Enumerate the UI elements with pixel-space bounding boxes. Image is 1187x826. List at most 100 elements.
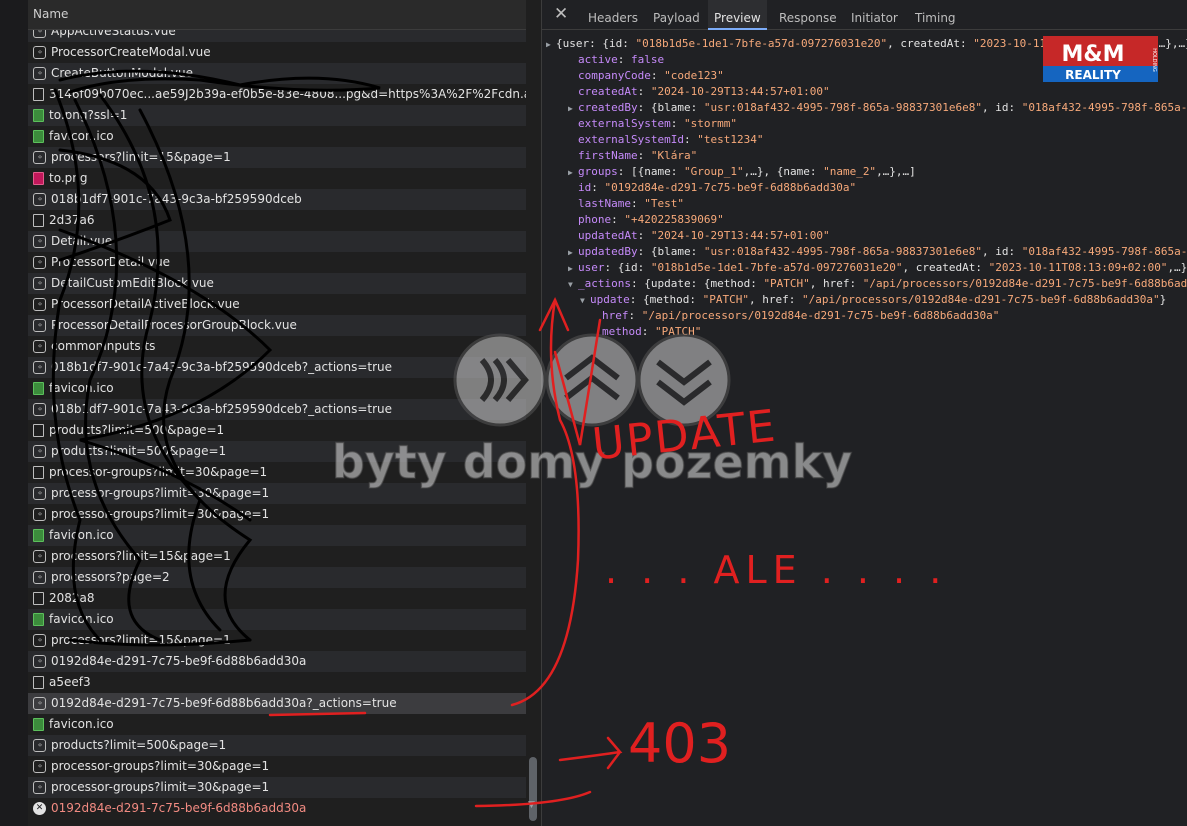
request-row[interactable]: to.png [28, 168, 526, 189]
request-row[interactable]: 2082a8 [28, 588, 526, 609]
tab-initiator[interactable]: Initiator [851, 0, 898, 30]
code-file-icon: ‹› [33, 487, 46, 500]
mm-reality-logo: M&M REALITY HOLDING [1043, 36, 1158, 82]
expand-right-icon[interactable]: ▶ [568, 101, 578, 116]
request-row[interactable]: favicon.ico [28, 525, 526, 546]
request-row[interactable]: ‹› processor-groups?limit=30&page=1 [28, 756, 526, 777]
request-row[interactable]: ‹› 018b1df7-901c-7a43-9c3a-bf259590dceb?_… [28, 357, 526, 378]
request-row[interactable]: 2d37a6 [28, 210, 526, 231]
request-name: 0192d84e-d291-7c75-be9f-6d88b6add30a [51, 654, 307, 668]
json-line[interactable]: ▼ update: {method: "PATCH", href: "/api/p… [542, 292, 1187, 308]
json-text: : [628, 309, 642, 322]
json-string: "PATCH" [655, 325, 702, 338]
scroll-down-icon[interactable]: ▼ [528, 800, 535, 810]
tab-payload[interactable]: Payload [653, 0, 700, 30]
request-row[interactable]: ‹› ProcessorDetailActiveBlock.vue [28, 294, 526, 315]
json-line: createdAt: "2024-10-29T13:44:57+01:00" [542, 84, 1187, 100]
request-name: 018b1df7-901c-7a43-9c3a-bf259590dceb?_ac… [51, 402, 393, 416]
code-file-icon: ‹› [33, 760, 46, 773]
code-file-icon: ‹› [33, 256, 46, 269]
expand-down-icon[interactable]: ▼ [568, 277, 578, 292]
request-row[interactable]: ‹› processors?limit=15&page=1 [28, 630, 526, 651]
request-row[interactable]: ‹› ProcessorDetail.vue [28, 252, 526, 273]
expand-right-icon[interactable]: ▶ [568, 165, 578, 180]
request-row[interactable]: favicon.ico [28, 714, 526, 735]
request-row[interactable]: favicon.ico [28, 378, 526, 399]
code-file-icon: ‹› [33, 403, 46, 416]
code-file-icon: ‹› [33, 151, 46, 164]
tab-timing[interactable]: Timing [915, 0, 956, 30]
tab-headers[interactable]: Headers [588, 0, 638, 30]
json-text: , id: [982, 101, 1022, 114]
expand-right-icon[interactable]: ▶ [568, 245, 578, 260]
request-row[interactable]: processor-groups?limit=30&page=1 [28, 462, 526, 483]
code-file-icon: ‹› [33, 298, 46, 311]
request-row[interactable]: ‹› ProcessorCreateModal.vue [28, 42, 526, 63]
document-icon [33, 592, 44, 605]
request-name: favicon.ico [49, 381, 114, 395]
code-file-icon: ‹› [33, 46, 46, 59]
request-row[interactable]: ‹› products?limit=500&page=1 [28, 735, 526, 756]
request-row[interactable]: ‹› processor-groups?limit=30&page=1 [28, 483, 526, 504]
request-row[interactable]: ‹› processors?page=2 [28, 567, 526, 588]
json-line[interactable]: ▶ user: {id: "018b1d5e-1de1-7bfe-a57d-097… [542, 260, 1187, 276]
json-line: externalSystem: "stormm" [542, 116, 1187, 132]
json-line[interactable]: ▶ updatedBy: {blame: "usr:018af432-4995-7… [542, 244, 1187, 260]
request-name: processors?page=2 [51, 570, 170, 584]
request-row[interactable]: ‹› processors?limit=15&page=1 [28, 147, 526, 168]
request-row[interactable]: ‹› commonInputs.ts [28, 336, 526, 357]
json-key: href [602, 309, 629, 322]
request-row[interactable]: favicon.ico [28, 126, 526, 147]
request-row[interactable]: ‹› ProcessorDetailProcessorGroupBlock.vue [28, 315, 526, 336]
code-file-icon: ‹› [33, 571, 46, 584]
request-row[interactable]: a5eef3 [28, 672, 526, 693]
request-list-scrollbar[interactable]: ▼ [526, 30, 540, 826]
json-string: "name_2" [823, 165, 877, 178]
request-row[interactable]: products?limit=500&page=1 [28, 420, 526, 441]
json-line[interactable]: ▶ groups: [{name: "Group_1",…}, {name: "n… [542, 164, 1187, 180]
detail-tab-bar: ✕ Headers Payload Preview Response Initi… [542, 0, 1187, 30]
tab-response[interactable]: Response [779, 0, 837, 30]
name-column-header[interactable]: Name [28, 0, 526, 30]
json-string: "2024-10-29T13:44:57+01:00" [650, 229, 830, 242]
json-string: "018af432-4995-798f-865a- [1021, 101, 1187, 114]
request-row[interactable]: ‹› processor-groups?limit=30&page=1 [28, 504, 526, 525]
name-column-label: Name [33, 7, 69, 21]
request-row[interactable]: ‹› products?limit=500&page=1 [28, 441, 526, 462]
expand-right-icon[interactable]: ▶ [546, 37, 556, 52]
tab-preview[interactable]: Preview [708, 0, 767, 30]
json-line[interactable]: ▼ _actions: {update: {method: "PATCH", hr… [542, 276, 1187, 292]
close-icon[interactable]: ✕ [554, 4, 568, 24]
code-file-icon: ‹› [33, 445, 46, 458]
document-icon [33, 214, 44, 227]
request-row[interactable]: ‹› 0192d84e-d291-7c75-be9f-6d88b6add30a [28, 651, 526, 672]
logo-brand-text: M&M [1062, 42, 1125, 67]
request-row[interactable]: ‹› DetailCustomEditBlock.vue [28, 273, 526, 294]
request-name: 3146f09b070ec...ae59J2b39a-ef0b5e-83e-48… [49, 87, 526, 101]
json-key: update [590, 293, 630, 306]
request-row[interactable]: ‹› processors?limit=15&page=1 [28, 546, 526, 567]
json-text: } [1159, 293, 1167, 306]
request-row[interactable]: ‹› processor-groups?limit=30&page=1 [28, 777, 526, 798]
image-file-icon [33, 382, 44, 395]
request-name: processor-groups?limit=30&page=1 [51, 507, 270, 521]
expand-right-icon[interactable]: ▶ [568, 261, 578, 276]
json-text: : [591, 181, 605, 194]
request-row[interactable]: ‹› 018b1df7-901c-7a43-9c3a-bf259590dceb [28, 189, 526, 210]
request-name: 0192d84e-d291-7c75-be9f-6d88b6add30a [51, 801, 307, 815]
request-row[interactable]: ‹› CreateButtonModal.vue [28, 63, 526, 84]
expand-down-icon[interactable]: ▼ [580, 293, 590, 308]
request-row[interactable]: ‹› Detail.vue [28, 231, 526, 252]
code-file-icon: ‹› [33, 697, 46, 710]
json-string: "018b1d5e-1de1-7bfe-a57d-097276031e20" [635, 37, 888, 50]
scroll-thumb[interactable] [529, 757, 537, 821]
request-row[interactable]: ‹› 018b1df7-901c-7a43-9c3a-bf259590dceb?_… [28, 399, 526, 420]
request-row[interactable]: ✕ 0192d84e-d291-7c75-be9f-6d88b6add30a [28, 798, 526, 819]
json-line[interactable]: ▶ createdBy: {blame: "usr:018af432-4995-7… [542, 100, 1187, 116]
json-text: : [{name: [617, 165, 684, 178]
request-row[interactable]: 3146f09b070ec...ae59J2b39a-ef0b5e-83e-48… [28, 84, 526, 105]
request-row[interactable]: to.png?ssl=1 [28, 105, 526, 126]
request-row[interactable]: favicon.ico [28, 609, 526, 630]
request-name: favicon.ico [49, 612, 114, 626]
request-row[interactable]: ‹› 0192d84e-d291-7c75-be9f-6d88b6add30a?_… [28, 693, 526, 714]
